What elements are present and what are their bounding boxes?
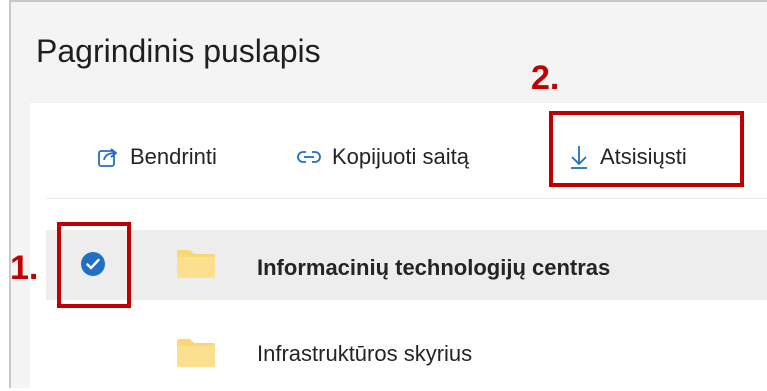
callout-highlight-checkbox [57,222,131,308]
callout-highlight-download [549,111,744,187]
share-label: Bendrinti [130,144,217,169]
folder-icon [176,338,216,368]
link-icon [296,148,322,166]
page-title: Pagrindinis puslapis [36,33,321,69]
share-icon [96,145,120,169]
share-button[interactable]: Bendrinti [96,137,217,177]
copy-link-button[interactable]: Kopijuoti saitą [296,137,469,177]
folder-icon [176,249,216,279]
item-name[interactable]: Informacinių technologijų centras [257,255,610,281]
callout-number-1: 1. [10,249,39,287]
callout-number-2: 2. [531,59,560,97]
item-name[interactable]: Infrastruktūros skyrius [257,341,472,367]
copy-link-label: Kopijuoti saitą [332,144,469,169]
divider [46,198,767,199]
